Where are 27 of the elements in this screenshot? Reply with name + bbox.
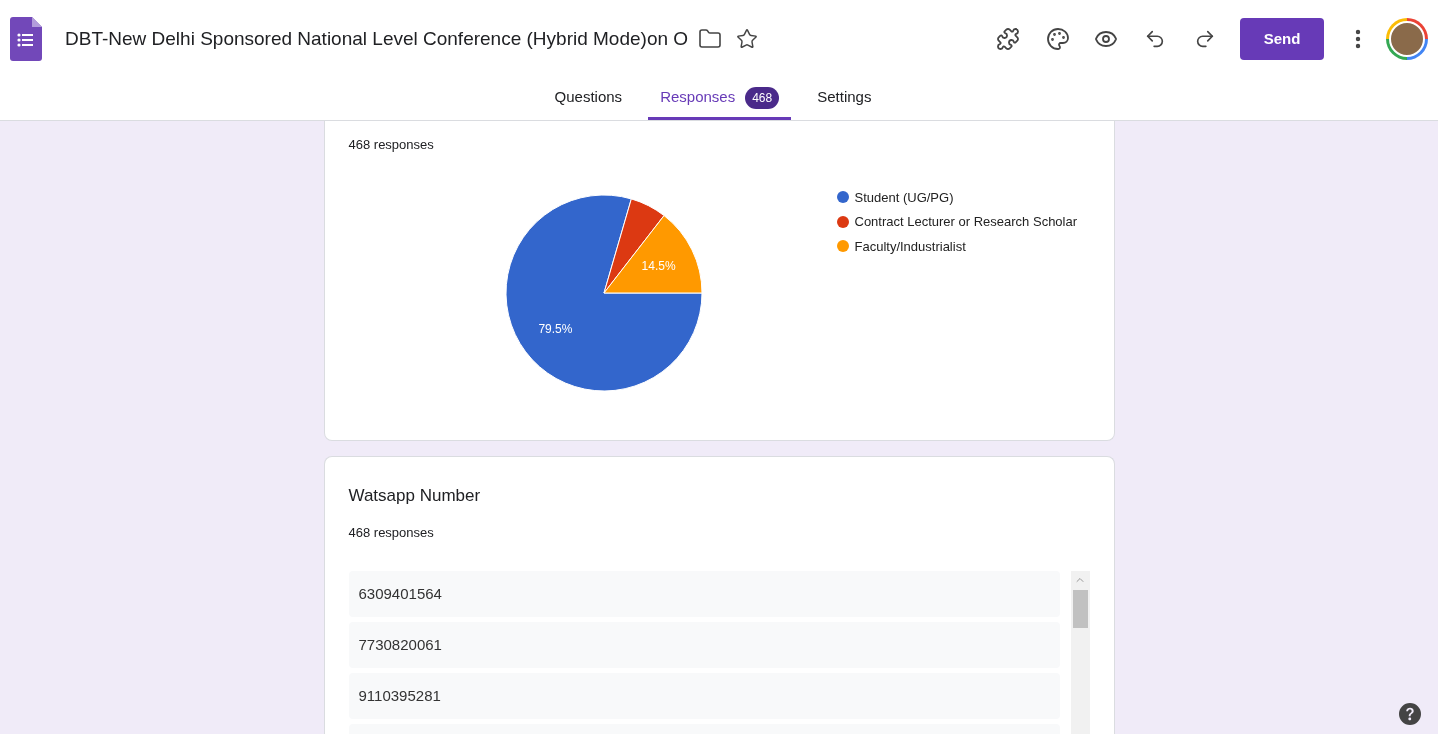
avatar[interactable] bbox=[1386, 18, 1428, 60]
response-count: 468 responses bbox=[348, 136, 435, 154]
legend-label: Student (UG/PG) bbox=[854, 188, 954, 207]
scroll-thumb[interactable] bbox=[1072, 590, 1088, 628]
legend-label: Contract Lecturer or Research Scholar bbox=[854, 213, 1078, 231]
legend-label: Faculty/Industrialist bbox=[854, 237, 966, 256]
palette-icon[interactable] bbox=[1046, 27, 1070, 51]
form-title[interactable]: DBT-New Delhi Sponsored National Level Conference (Hybrid Mode)on O bbox=[65, 24, 689, 54]
answer-row: 6309401564 bbox=[348, 571, 1060, 617]
count-badge: 468 bbox=[745, 86, 780, 109]
slice-value-label: 79.5% bbox=[537, 322, 572, 336]
send-button[interactable]: Send bbox=[1240, 18, 1324, 60]
question-title: Watsapp Number bbox=[348, 485, 482, 507]
help-icon[interactable] bbox=[1399, 703, 1421, 725]
tab[interactable]: Questions bbox=[542, 78, 635, 120]
slice-value-label: 14.5% bbox=[641, 258, 676, 273]
scrollbar[interactable] bbox=[1070, 571, 1090, 734]
tab[interactable]: Settings bbox=[805, 78, 884, 120]
forms-logo-icon[interactable] bbox=[10, 17, 42, 61]
star-icon[interactable] bbox=[736, 28, 759, 50]
folder-icon[interactable] bbox=[698, 27, 723, 51]
puzzle-icon[interactable] bbox=[996, 27, 1020, 51]
answer-row: 7730820061 bbox=[348, 622, 1060, 668]
undo-icon[interactable] bbox=[1144, 28, 1166, 50]
response-count: 468 responses bbox=[348, 523, 435, 542]
answer-row: 9110395281 bbox=[348, 673, 1060, 719]
redo-icon[interactable] bbox=[1194, 28, 1216, 50]
